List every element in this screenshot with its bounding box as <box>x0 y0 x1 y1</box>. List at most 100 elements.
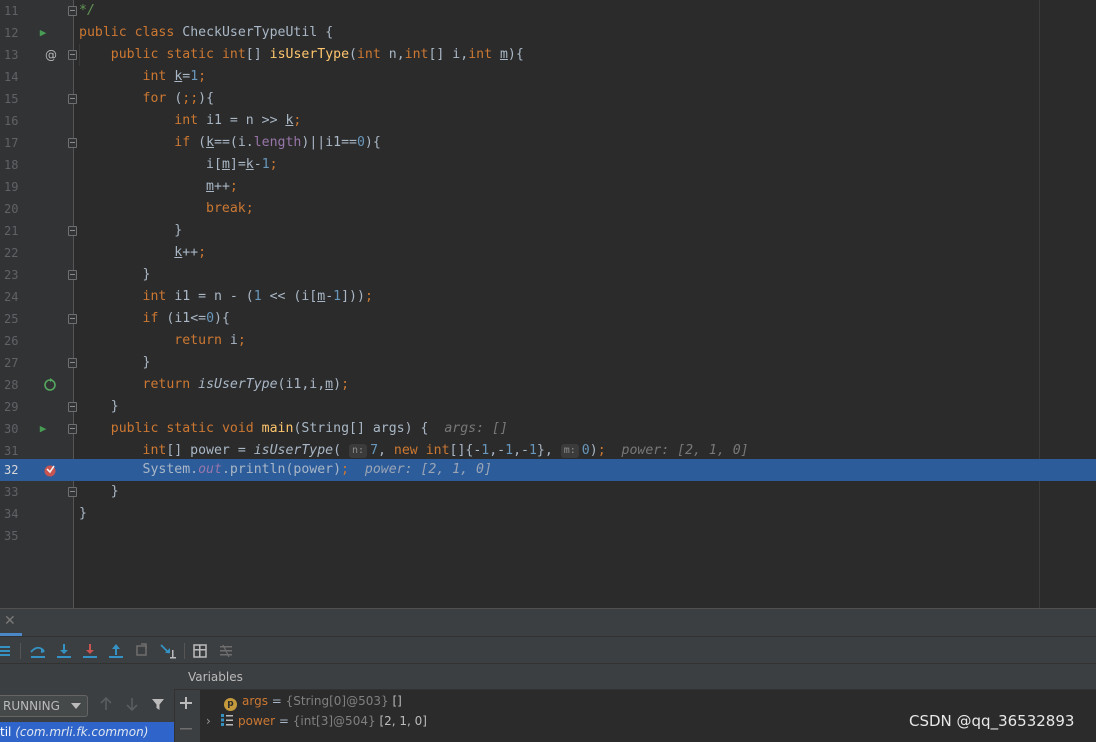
code-line-19[interactable]: 19 m++; <box>0 176 1096 198</box>
gutter-cell: 17 <box>0 132 77 154</box>
fold-marker-icon[interactable] <box>68 270 77 280</box>
code-line-29[interactable]: 29 } <box>0 396 1096 418</box>
field: length <box>253 135 302 150</box>
code-line-34[interactable]: 34 } <box>0 503 1096 525</box>
code-line-15[interactable]: 15 for (;;){ <box>0 88 1096 110</box>
brace: } <box>142 355 151 370</box>
evaluate-expression-icon[interactable] <box>190 641 210 661</box>
number: 0 <box>356 135 365 150</box>
recursive-call-icon[interactable] <box>42 377 58 393</box>
fold-marker-icon[interactable] <box>68 402 77 412</box>
code-line-25[interactable]: 25 if (i1<=0){ <box>0 308 1096 330</box>
close-icon[interactable]: ✕ <box>4 613 16 629</box>
fold-marker-icon[interactable] <box>68 50 77 60</box>
gutter-cell: 15 <box>0 88 77 110</box>
code-token: [] power = <box>166 443 254 458</box>
code-token: ++ <box>182 245 199 260</box>
fold-marker-icon[interactable] <box>68 6 77 16</box>
layout-icon[interactable] <box>0 641 14 661</box>
fold-marker-icon[interactable] <box>68 314 77 324</box>
variable: m <box>206 179 214 194</box>
code-line-28[interactable]: 28 return isUserType(i1,i,m); <box>0 374 1096 396</box>
fold-marker-icon[interactable] <box>68 138 77 148</box>
keyword: break <box>206 201 246 216</box>
code-text: public class CheckUserTypeUtil { <box>79 22 333 44</box>
add-icon[interactable] <box>177 694 197 714</box>
code-line-16[interactable]: 16 int i1 = n >> k; <box>0 110 1096 132</box>
arrow-up-icon[interactable] <box>98 696 118 716</box>
line-number: 30 <box>4 422 19 436</box>
fold-marker-icon[interactable] <box>68 94 77 104</box>
code-line-35[interactable]: 35 <box>0 525 1096 547</box>
code-line-17[interactable]: 17 if (k==(i.length)||i1==0){ <box>0 132 1096 154</box>
parameter-icon: p <box>224 698 237 711</box>
gutter-cell: 23 <box>0 264 77 286</box>
fold-marker-icon[interactable] <box>68 226 77 236</box>
code-line-22[interactable]: 22 k++; <box>0 242 1096 264</box>
drop-frame-icon[interactable] <box>132 641 152 661</box>
frames-pane: RUNNING til (com.mrli.fk.common) <box>0 664 200 742</box>
step-over-icon[interactable] <box>28 641 48 661</box>
arrow-down-icon[interactable] <box>124 696 144 716</box>
gutter-cell: 16 <box>0 110 74 132</box>
brace: } <box>110 399 119 414</box>
code-text: m++; <box>79 176 238 198</box>
code-editor[interactable]: 11 */ 12 ▶ public class CheckUserTypeUti… <box>0 0 1096 608</box>
brace: } <box>79 506 87 521</box>
code-line-26[interactable]: 26 return i; <box>0 330 1096 352</box>
variable-row[interactable]: › power = {int[3]@504} [2, 1, 0] <box>206 711 427 731</box>
run-to-cursor-icon[interactable] <box>158 641 178 661</box>
semicolon: ;; <box>182 91 199 106</box>
number: 1 <box>528 443 537 458</box>
annotation-icon[interactable]: @ <box>43 47 59 63</box>
code-text: } <box>79 396 119 418</box>
run-icon[interactable]: ▶ <box>35 25 51 41</box>
step-out-icon[interactable] <box>106 641 126 661</box>
parameter-hint: n: <box>349 444 368 458</box>
code-line-33[interactable]: 33 } <box>0 481 1096 503</box>
code-line-11[interactable]: 11 */ <box>0 0 1096 22</box>
code-line-12[interactable]: 12 ▶ public class CheckUserTypeUtil { <box>0 22 1096 44</box>
remove-icon[interactable] <box>177 720 197 740</box>
toolbar-separator <box>20 643 21 659</box>
code-line-20[interactable]: 20 break; <box>0 198 1096 220</box>
field: out <box>198 462 222 477</box>
code-line-21[interactable]: 21 } <box>0 220 1096 242</box>
thread-selector[interactable]: RUNNING <box>0 695 88 717</box>
trace-stream-icon[interactable] <box>216 641 236 661</box>
code-text: return i; <box>79 330 246 352</box>
line-number: 26 <box>4 334 19 348</box>
run-icon[interactable]: ▶ <box>35 421 51 437</box>
code-line-13[interactable]: 13 @ public static int[] isUserType(int … <box>0 44 1096 66</box>
stack-frame-item[interactable]: til (com.mrli.fk.common) <box>0 722 174 742</box>
fold-marker-icon[interactable] <box>68 487 77 497</box>
filter-icon[interactable] <box>150 696 170 716</box>
fold-marker-icon[interactable] <box>68 358 77 368</box>
code-line-14[interactable]: 14 int k=1; <box>0 66 1096 88</box>
code-text: k++; <box>79 242 206 264</box>
variable-row[interactable]: p args = {String[0]@503} [] <box>224 691 402 711</box>
code-line-23[interactable]: 23 } <box>0 264 1096 286</box>
fold-marker-icon[interactable] <box>68 424 77 434</box>
variable: m <box>317 289 326 304</box>
code-token: << (i[ <box>261 289 318 304</box>
keyword: int <box>404 47 429 62</box>
method-name: main <box>261 421 294 436</box>
step-into-icon[interactable] <box>54 641 74 661</box>
keyword: return <box>174 333 222 348</box>
code-text: } <box>79 481 119 503</box>
code-line-30[interactable]: 30 ▶ public static void main(String[] ar… <box>0 418 1096 440</box>
variable-equals: = <box>267 694 286 708</box>
gutter-cell: 20 <box>0 198 74 220</box>
code-line-18[interactable]: 18 i[m]=k-1; <box>0 154 1096 176</box>
force-step-into-icon[interactable] <box>80 641 100 661</box>
current-execution-line[interactable]: 32 System.out.println(power); power: [2,… <box>0 459 1096 481</box>
code-token: ==(i. <box>214 135 254 150</box>
code-line-24[interactable]: 24 int i1 = n - (1 << (i[m-1])); <box>0 286 1096 308</box>
chevron-right-icon[interactable]: › <box>206 711 220 731</box>
array-icon <box>220 711 238 731</box>
code-line-27[interactable]: 27 } <box>0 352 1096 374</box>
keyword: int <box>142 289 167 304</box>
number: 7 <box>370 443 379 458</box>
breakpoint-icon[interactable] <box>42 462 58 478</box>
